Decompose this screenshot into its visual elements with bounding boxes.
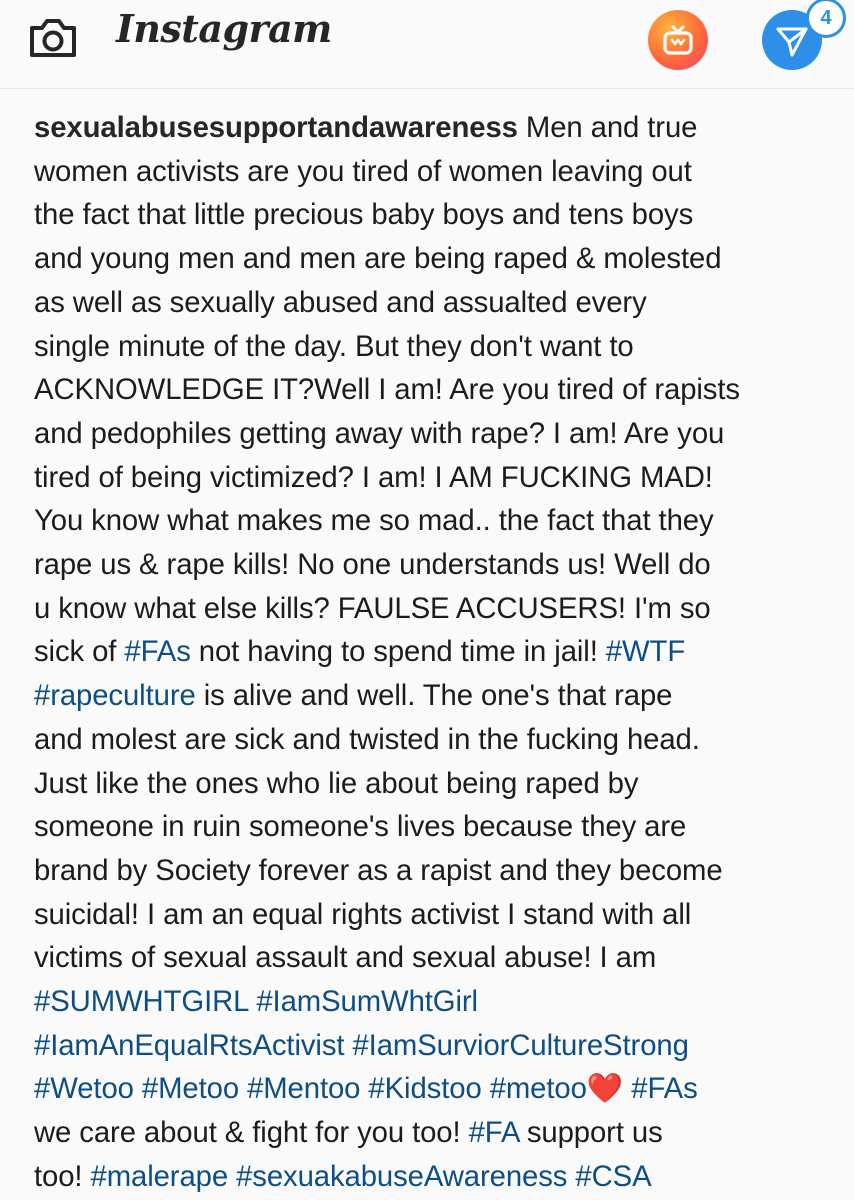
username-link[interactable]: sexualabusesupportandawareness bbox=[34, 111, 518, 144]
caption-line: and young men and men are being raped & … bbox=[34, 242, 722, 276]
post-caption: sexualabusesupportandawareness Men and t… bbox=[34, 106, 834, 1199]
caption-text: support us bbox=[518, 1116, 663, 1150]
caption-line: You know what makes me so mad.. the fact… bbox=[34, 504, 714, 538]
caption-line: single minute of the day. But they don't… bbox=[34, 329, 634, 363]
igtv-icon[interactable] bbox=[648, 10, 708, 70]
caption-line: #SUMWHTGIRL #IamSumWhtGirl bbox=[34, 980, 834, 1024]
caption-line: #IamAnEqualRtsActivist #IamSurviorCultur… bbox=[34, 1024, 834, 1068]
caption-line: sick of #FAs not having to spend time in… bbox=[34, 630, 834, 674]
caption-text: we care about & fight for you too! bbox=[34, 1116, 469, 1150]
hashtag-link[interactable]: #CSA bbox=[575, 1160, 651, 1193]
caption-line: sexualabusesupportandawareness Men and t… bbox=[34, 106, 834, 150]
camera-icon[interactable] bbox=[28, 16, 78, 60]
heart-emoji-icon: ❤️ bbox=[586, 1072, 624, 1106]
caption-line: Just like the ones who lie about being r… bbox=[34, 766, 639, 800]
caption-text: Men and true bbox=[517, 111, 698, 144]
hashtag-link[interactable]: #Wetoo bbox=[34, 1072, 134, 1105]
caption-line: #rapeculture is alive and well. The one'… bbox=[34, 674, 834, 718]
caption-line: as well as sexually abused and assualted… bbox=[34, 285, 647, 319]
hashtag-link[interactable]: #IamSumWhtGirl bbox=[256, 985, 478, 1018]
caption-line: we care about & fight for you too! #FA s… bbox=[34, 1111, 834, 1155]
hashtag-link[interactable]: #IamAnEqualRtsActivist bbox=[34, 1029, 345, 1062]
caption-text: sick of bbox=[34, 635, 125, 669]
caption-line: women activists are you tired of women l… bbox=[34, 154, 692, 188]
hashtag-link[interactable]: #Mentoo bbox=[247, 1072, 360, 1105]
caption-line: and pedophiles getting away with rape? I… bbox=[34, 416, 725, 450]
caption-line: someone in ruin someone's lives because … bbox=[34, 810, 687, 844]
hashtag-link[interactable]: #Kidstoo bbox=[368, 1072, 481, 1105]
caption-text: not having to spend time in jail! bbox=[190, 635, 606, 669]
hashtag-link[interactable]: #Metoo bbox=[142, 1072, 239, 1105]
top-bar: Instagram 4 bbox=[0, 0, 854, 89]
caption-line: too! #malerape #sexuakabuseAwareness #CS… bbox=[34, 1155, 834, 1199]
hashtag-link[interactable]: #malerape bbox=[91, 1160, 229, 1193]
hashtag-link[interactable]: #FA bbox=[469, 1116, 519, 1149]
caption-text: too! bbox=[34, 1159, 91, 1193]
hashtag-link[interactable]: #sexuakabuseAwareness bbox=[236, 1160, 567, 1193]
caption-line: #Wetoo #Metoo #Mentoo #Kidstoo #metoo❤️ … bbox=[34, 1067, 834, 1111]
caption-line: rape us & rape kills! No one understands… bbox=[34, 548, 711, 582]
hashtag-link[interactable]: #FAs bbox=[124, 635, 190, 668]
caption-line: ACKNOWLEDGE IT?Well I am! Are you tired … bbox=[34, 373, 740, 407]
caption-line: and molest are sick and twisted in the f… bbox=[34, 722, 700, 756]
hashtag-link[interactable]: #SUMWHTGIRL bbox=[34, 985, 248, 1018]
hashtag-link[interactable]: #rapeculture bbox=[34, 679, 196, 712]
caption-text: is alive and well. The one's that rape bbox=[195, 679, 673, 713]
caption-line: brand by Society forever as a rapist and… bbox=[34, 853, 723, 887]
hashtag-link[interactable]: #metoo bbox=[490, 1072, 587, 1105]
caption-line: suicidal! I am an equal rights activist … bbox=[34, 897, 692, 931]
caption-line: the fact that little precious baby boys … bbox=[34, 198, 694, 232]
instagram-logo: Instagram bbox=[116, 6, 332, 51]
caption-line: victims of sexual assault and sexual abu… bbox=[34, 941, 657, 975]
caption-line: u know what else kills? FAULSE ACCUSERS!… bbox=[34, 591, 711, 625]
notification-count-badge: 4 bbox=[806, 0, 846, 38]
caption-line: tired of being victimized? I am! I AM FU… bbox=[34, 460, 713, 494]
hashtag-link[interactable]: #IamSurviorCultureStrong bbox=[352, 1029, 688, 1062]
hashtag-link[interactable]: #WTF bbox=[606, 635, 685, 668]
hashtag-link[interactable]: #FAs bbox=[631, 1072, 697, 1105]
